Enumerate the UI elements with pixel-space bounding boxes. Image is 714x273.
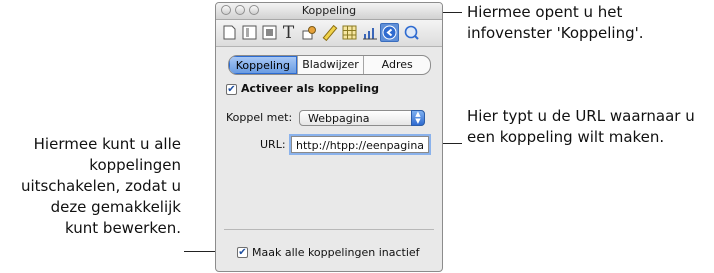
window-title: Koppeling xyxy=(301,4,357,17)
separator xyxy=(224,229,434,230)
callout-line: een koppeling wilt maken. xyxy=(467,128,665,146)
select-stepper-icon: ▲ ▼ xyxy=(411,110,425,126)
document-icon[interactable] xyxy=(220,23,239,42)
callout-line: kunt bewerken. xyxy=(65,219,181,237)
callout-url-entry: Hier typt u de URL waarnaar u een koppel… xyxy=(467,106,712,148)
metrics-icon[interactable] xyxy=(320,23,339,42)
enable-link-label: Activeer als koppeling xyxy=(241,82,380,95)
title-bar[interactable]: Koppeling xyxy=(216,3,442,20)
callout-line: Hiermee kunt u alle xyxy=(33,135,181,153)
link-icon[interactable] xyxy=(380,23,399,42)
inspector-tabs: Koppeling Bladwijzer Adres xyxy=(228,55,431,75)
link-to-label: Koppel met: xyxy=(226,111,293,124)
callout-line: infovenster 'Koppeling'. xyxy=(467,24,644,42)
disable-all-links-label: Maak alle koppelingen inactief xyxy=(252,246,420,259)
inspector-toolbar: T xyxy=(216,20,442,47)
text-icon[interactable]: T xyxy=(279,23,298,43)
table-icon[interactable] xyxy=(340,23,359,42)
url-label: URL: xyxy=(260,138,286,151)
chart-icon[interactable] xyxy=(360,23,379,42)
link-to-value: Webpagina xyxy=(308,112,370,125)
link-inspector-window: Koppeling T Koppeling Bladwijzer Adres ✔… xyxy=(215,2,443,272)
callout-line: Hier typt u de URL waarnaar u xyxy=(467,107,695,125)
callout-line: uitschakelen, zodat u xyxy=(20,177,181,195)
tab-koppeling[interactable]: Koppeling xyxy=(229,56,297,74)
callout-disable-links: Hiermee kunt u alle koppelingen uitschak… xyxy=(0,134,181,239)
callout-inspector-opens: Hiermee opent u het infovenster 'Koppeli… xyxy=(467,2,707,44)
tab-adres[interactable]: Adres xyxy=(363,56,430,74)
tab-bladwijzer[interactable]: Bladwijzer xyxy=(296,56,364,74)
url-input[interactable]: http://htpp://eenpagina xyxy=(291,136,429,153)
enable-link-checkbox[interactable]: ✔ xyxy=(226,84,237,95)
disable-all-links-checkbox[interactable]: ✔ xyxy=(237,247,248,258)
layout-icon[interactable] xyxy=(240,23,259,42)
wrap-icon[interactable] xyxy=(260,23,279,42)
callout-line: Hiermee opent u het xyxy=(467,3,623,21)
link-to-select[interactable]: Webpagina ▲ ▼ xyxy=(299,110,425,126)
callout-line: koppelingen xyxy=(89,156,181,174)
quicktime-icon[interactable] xyxy=(402,23,421,42)
graphic-icon[interactable] xyxy=(299,23,318,42)
callout-line: deze gemakkelijk xyxy=(50,198,181,216)
